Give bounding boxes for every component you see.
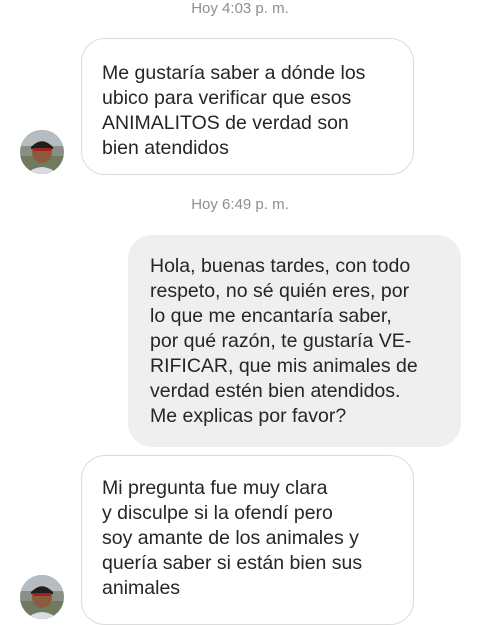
timestamp: Hoy 4:03 p. m. [191,0,289,17]
incoming-message-bubble[interactable]: Me gustaría saber a dónde los ubico para… [81,38,414,175]
avatar-photo-icon [20,130,64,174]
contact-avatar[interactable] [20,575,64,619]
timestamp: Hoy 6:49 p. m. [191,196,289,213]
contact-avatar[interactable] [20,130,64,174]
avatar-photo-icon [20,575,64,619]
outgoing-message-bubble[interactable]: Hola, buenas tardes, con todo respeto, n… [128,235,461,447]
